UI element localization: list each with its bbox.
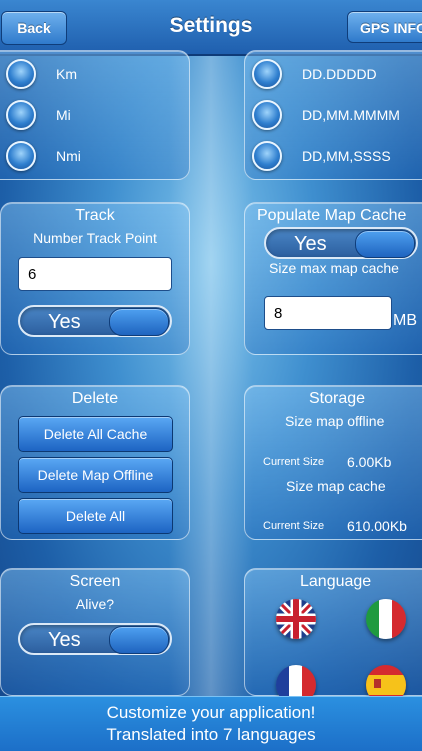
toggle-knob bbox=[109, 626, 169, 654]
toggle-label: Yes bbox=[294, 233, 327, 255]
map-cache-toggle[interactable]: Yes bbox=[264, 227, 418, 259]
screen-alive-toggle[interactable]: Yes bbox=[18, 623, 172, 655]
map-cache-title: Populate Map Cache bbox=[257, 207, 407, 224]
map-cache-size-input[interactable] bbox=[264, 296, 392, 330]
coord-option-dmm[interactable]: DD,MM.MMMM bbox=[252, 98, 400, 132]
track-subtitle: Number Track Point bbox=[33, 230, 157, 246]
delete-all-button[interactable]: Delete All bbox=[18, 498, 173, 534]
track-title: Track bbox=[75, 207, 115, 224]
track-panel: Track Number Track Point Yes bbox=[0, 202, 190, 355]
unit-label: Mi bbox=[56, 107, 71, 123]
unit-option-mi[interactable]: Mi bbox=[6, 98, 71, 132]
unit-label: Nmi bbox=[56, 148, 81, 164]
radio-button[interactable] bbox=[252, 141, 282, 171]
storage-panel: Storage Size map offline Current Size 6.… bbox=[244, 385, 422, 540]
screen-title: Screen bbox=[69, 573, 121, 590]
italy-flag-icon[interactable] bbox=[366, 599, 406, 639]
language-title: Language bbox=[300, 573, 372, 590]
units-panel: Km Mi Nmi bbox=[0, 50, 190, 180]
coords-panel: DD.DDDDD DD,MM.MMMM DD,MM,SSSS bbox=[244, 50, 422, 180]
map-cache-panel: Populate Map Cache Yes Size max map cach… bbox=[244, 202, 422, 355]
language-panel: Language bbox=[244, 568, 422, 705]
toggle-knob bbox=[355, 230, 415, 258]
footer-line-1: Customize your application! bbox=[106, 703, 316, 722]
unit-option-nmi[interactable]: Nmi bbox=[6, 139, 81, 173]
coord-option-dms[interactable]: DD,MM,SSSS bbox=[252, 139, 391, 173]
coord-label: DD,MM.MMMM bbox=[302, 107, 400, 123]
storage-cache-label: Size map cache bbox=[286, 478, 386, 494]
footer-line-2: Translated into 7 languages bbox=[106, 725, 316, 744]
radio-button[interactable] bbox=[252, 59, 282, 89]
gps-info-button[interactable]: GPS INFO bbox=[347, 11, 422, 43]
delete-panel: Delete Delete All Cache Delete Map Offli… bbox=[0, 385, 190, 540]
coord-label: DD.DDDDD bbox=[302, 66, 377, 82]
radio-button[interactable] bbox=[6, 100, 36, 130]
cache-size-value: 610.00Kb bbox=[347, 518, 407, 534]
radio-button[interactable] bbox=[252, 100, 282, 130]
delete-all-cache-button[interactable]: Delete All Cache bbox=[18, 416, 173, 452]
coord-option-decimal[interactable]: DD.DDDDD bbox=[252, 57, 377, 91]
toggle-label: Yes bbox=[48, 629, 81, 651]
footer-banner: Customize your application! Translated i… bbox=[0, 696, 422, 751]
map-cache-unit: MB bbox=[393, 312, 417, 329]
unit-option-km[interactable]: Km bbox=[6, 57, 77, 91]
current-size-label: Current Size bbox=[263, 520, 325, 532]
coord-label: DD,MM,SSSS bbox=[302, 148, 391, 164]
header-bar: Back Settings GPS INFO bbox=[0, 0, 422, 56]
map-cache-subtitle: Size max map cache bbox=[269, 260, 399, 276]
screen-panel: Screen Alive? Yes bbox=[0, 568, 190, 696]
screen-subtitle: Alive? bbox=[75, 596, 115, 612]
unit-label: Km bbox=[56, 66, 77, 82]
offline-size-value: 6.00Kb bbox=[347, 454, 392, 470]
track-toggle[interactable]: Yes bbox=[18, 305, 172, 337]
storage-offline-label: Size map offline bbox=[285, 413, 385, 429]
radio-button[interactable] bbox=[6, 59, 36, 89]
delete-title: Delete bbox=[71, 390, 119, 407]
delete-map-offline-button[interactable]: Delete Map Offline bbox=[18, 457, 173, 493]
track-point-input[interactable] bbox=[18, 257, 172, 291]
toggle-knob bbox=[109, 308, 169, 336]
storage-title: Storage bbox=[309, 390, 366, 407]
toggle-label: Yes bbox=[48, 311, 81, 333]
uk-flag-icon[interactable] bbox=[276, 599, 316, 639]
radio-button[interactable] bbox=[6, 141, 36, 171]
current-size-label: Current Size bbox=[263, 456, 325, 468]
